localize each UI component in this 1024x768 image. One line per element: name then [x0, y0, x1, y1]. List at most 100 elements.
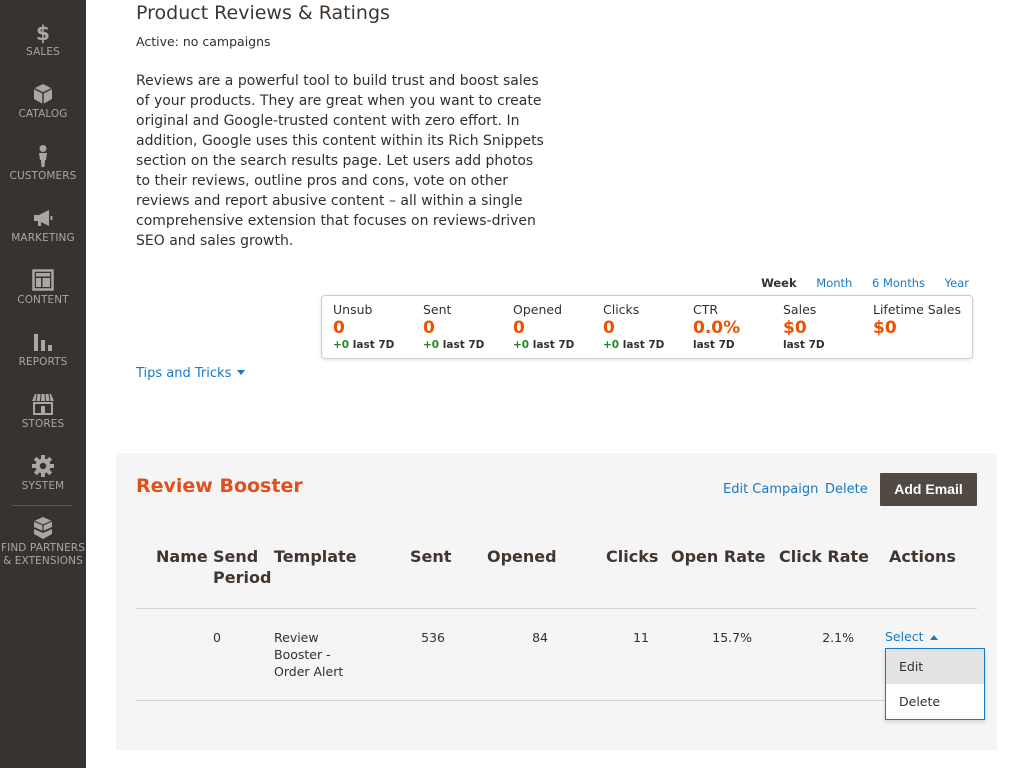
sidebar-item-label: CATALOG	[18, 108, 68, 120]
cell-open-rate: 15.7%	[712, 630, 752, 645]
period-tab-year[interactable]: Year	[945, 276, 969, 290]
campaign-status: Active: no campaigns	[136, 34, 271, 49]
stat-period: last 7D	[442, 339, 485, 351]
sidebar-item-label: FIND PARTNERS	[1, 542, 85, 554]
column-header-name: Name	[156, 547, 208, 566]
sidebar-item-customers[interactable]: CUSTOMERS	[0, 144, 86, 183]
tips-and-tricks-toggle[interactable]: Tips and Tricks	[136, 366, 246, 381]
add-email-button[interactable]: Add Email	[880, 473, 977, 506]
stat-period: last 7D	[783, 339, 825, 351]
stat-change: +0	[513, 339, 530, 351]
column-header-actions: Actions	[889, 547, 956, 566]
stat-ctr: CTR 0.0% last 7D	[693, 302, 740, 351]
megaphone-icon	[34, 210, 53, 226]
stat-unsub: Unsub 0 +0 last 7D	[333, 302, 394, 351]
column-header-opened: Opened	[487, 547, 557, 566]
boxes-icon	[33, 517, 53, 539]
stat-sales: Sales $0 last 7D	[783, 302, 825, 351]
sidebar-item-label: REPORTS	[18, 356, 68, 368]
caret-up-icon	[929, 635, 938, 640]
person-icon	[39, 145, 47, 167]
stat-label: Unsub	[333, 302, 373, 317]
page-title: Product Reviews & Ratings	[136, 2, 390, 24]
stat-label: Sales	[783, 302, 817, 317]
cell-template: Review Booster - Order Alert	[274, 629, 343, 680]
stat-label: Clicks	[603, 302, 640, 317]
stat-value: 0.0%	[693, 318, 741, 338]
cell-template-line: Order Alert	[274, 664, 344, 679]
stat-value: 0	[333, 318, 345, 338]
stat-value: $0	[873, 318, 897, 338]
stat-sent: Sent 0 +0 last 7D	[423, 302, 484, 351]
stat-label: Opened	[513, 302, 563, 317]
sidebar-item-label: & EXTENSIONS	[3, 555, 83, 567]
dollar-icon: $	[36, 21, 50, 44]
menu-item-edit[interactable]: Edit	[886, 649, 984, 684]
sidebar-item-marketing[interactable]: MARKETING	[0, 206, 86, 245]
cell-opened: 84	[532, 630, 548, 645]
svg-text:$: $	[36, 21, 50, 44]
sidebar-item-stores[interactable]: STORES	[0, 392, 86, 431]
menu-item-delete[interactable]: Delete	[886, 684, 984, 719]
delete-campaign-link[interactable]: Delete	[825, 482, 868, 497]
stat-opened: Opened 0 +0 last 7D	[513, 302, 574, 351]
period-tab-month[interactable]: Month	[816, 276, 852, 290]
column-header-sent: Sent	[410, 547, 452, 566]
column-header-open-rate: Open Rate	[671, 547, 766, 566]
sidebar-item-label: CUSTOMERS	[9, 170, 77, 182]
campaign-section: Review Booster Edit Campaign Delete Add …	[116, 453, 997, 750]
stat-change: +0	[333, 339, 350, 351]
stat-delta: +0 last 7D	[423, 339, 484, 351]
stat-value: 0	[423, 318, 435, 338]
sidebar-item-find-partners[interactable]: FIND PARTNERS & EXTENSIONS	[0, 516, 86, 568]
stat-change: +0	[423, 339, 440, 351]
stat-delta: +0 last 7D	[603, 339, 664, 351]
stat-value: 0	[603, 318, 615, 338]
sidebar-divider	[12, 505, 72, 506]
storefront-icon	[32, 393, 54, 415]
sidebar-item-reports[interactable]: REPORTS	[0, 330, 86, 369]
sidebar-item-label: SALES	[26, 46, 60, 58]
sidebar-item-sales[interactable]: $ SALES	[0, 20, 86, 59]
bar-chart-icon	[34, 334, 52, 351]
layout-icon	[32, 269, 54, 291]
stat-clicks: Clicks 0 +0 last 7D	[603, 302, 664, 351]
cell-clicks: 11	[633, 630, 649, 645]
campaign-title: Review Booster	[136, 475, 303, 497]
table-header-divider	[136, 608, 977, 609]
stat-value: $0	[783, 318, 807, 338]
stat-delta: +0 last 7D	[513, 339, 574, 351]
stat-delta: +0 last 7D	[333, 339, 394, 351]
sidebar-item-catalog[interactable]: CATALOG	[0, 82, 86, 121]
cell-send-period: 0	[213, 630, 221, 645]
row-actions-select[interactable]: Select	[885, 629, 938, 644]
tips-label: Tips and Tricks	[136, 366, 232, 381]
column-header-clicks: Clicks	[606, 547, 659, 566]
cell-template-line: Review	[274, 630, 319, 645]
stat-label: Sent	[423, 302, 452, 317]
extension-description: Reviews are a powerful tool to build tru…	[136, 73, 544, 249]
sidebar-item-label: STORES	[21, 418, 65, 430]
caret-down-icon	[237, 370, 246, 375]
stat-label: Lifetime Sales	[873, 302, 962, 317]
cell-sent: 536	[421, 630, 445, 645]
sidebar-item-label: CONTENT	[17, 294, 69, 306]
cell-click-rate: 2.1%	[822, 630, 854, 645]
stat-period: last 7D	[352, 339, 395, 351]
actions-dropdown-menu: Edit Delete	[885, 648, 985, 720]
stat-period: last 7D	[622, 339, 665, 351]
table-row-divider	[136, 700, 977, 701]
gear-icon	[32, 455, 54, 477]
column-header-template: Template	[274, 547, 357, 566]
stat-period: last 7D	[693, 339, 735, 351]
period-tab-week[interactable]: Week	[761, 276, 797, 290]
column-header-send-period: Send Period	[213, 546, 271, 588]
column-header-line: Send	[213, 547, 259, 566]
sidebar-item-label: SYSTEM	[21, 480, 65, 492]
sidebar-item-system[interactable]: SYSTEM	[0, 454, 86, 493]
stat-period: last 7D	[532, 339, 575, 351]
edit-campaign-link[interactable]: Edit Campaign	[723, 482, 818, 497]
sidebar-item-content[interactable]: CONTENT	[0, 268, 86, 307]
cell-template-line: Booster -	[274, 647, 331, 662]
period-tab-6-months[interactable]: 6 Months	[872, 276, 925, 290]
